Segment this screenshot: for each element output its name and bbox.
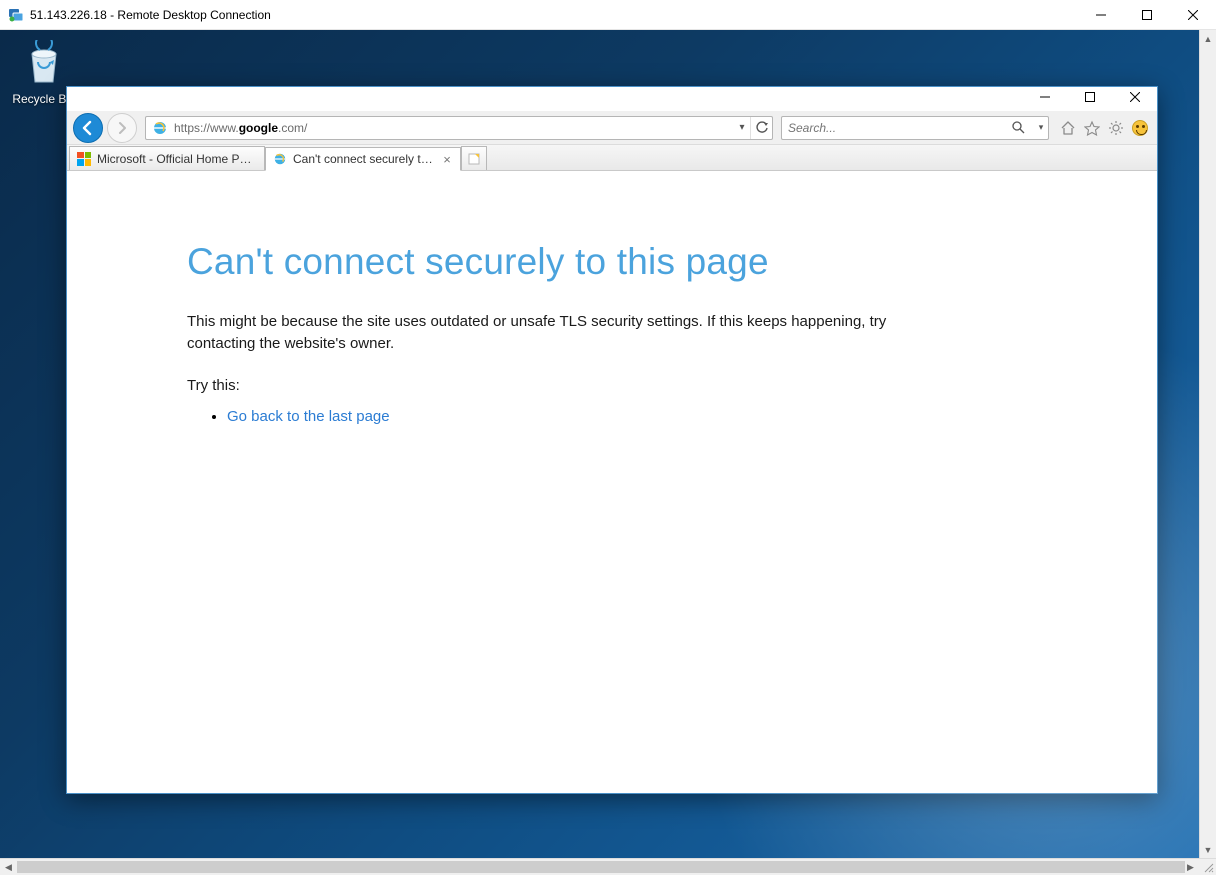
error-title: Can't connect securely to this page [187, 241, 1157, 283]
tab-error-page[interactable]: Can't connect securely to t... × [265, 147, 461, 171]
ie-tab-strip: Microsoft - Official Home Page Can't con… [67, 145, 1157, 171]
ie-maximize-button[interactable] [1067, 87, 1112, 107]
rdc-app-icon [8, 7, 24, 23]
search-input[interactable] [782, 118, 1012, 138]
go-back-link[interactable]: Go back to the last page [227, 408, 390, 425]
scroll-thumb[interactable] [17, 861, 1185, 873]
scroll-up-button[interactable]: ▲ [1200, 30, 1216, 47]
ie-window: https://www.google.com/ ▾ ▾ [66, 86, 1158, 794]
rdc-close-button[interactable] [1170, 0, 1216, 30]
ie-logo-icon [150, 118, 170, 138]
address-url[interactable]: https://www.google.com/ [174, 121, 734, 135]
tools-icon[interactable] [1107, 119, 1125, 137]
ie-titlebar[interactable] [67, 87, 1157, 111]
ie-navigation-toolbar: https://www.google.com/ ▾ ▾ [67, 111, 1157, 145]
feedback-icon[interactable] [1131, 119, 1149, 137]
error-suggestions: Go back to the last page [187, 408, 1157, 425]
tab-label: Microsoft - Official Home Page [97, 152, 258, 166]
favorites-icon[interactable] [1083, 119, 1101, 137]
address-dropdown-button[interactable]: ▾ [734, 122, 750, 133]
rdc-vertical-scrollbar[interactable]: ▲ ▼ [1199, 30, 1216, 858]
scroll-track[interactable] [17, 859, 1182, 875]
search-button[interactable] [1012, 121, 1034, 134]
rdc-horizontal-scrollbar[interactable]: ◀ ▶ [0, 858, 1216, 875]
rdc-window-title: 51.143.226.18 - Remote Desktop Connectio… [30, 8, 1078, 22]
ie-favicon-icon [272, 151, 288, 167]
rdc-titlebar: 51.143.226.18 - Remote Desktop Connectio… [0, 0, 1216, 30]
new-tab-button[interactable] [461, 146, 487, 170]
list-item: Go back to the last page [227, 408, 1157, 425]
recycle-bin-icon [20, 40, 68, 88]
error-body: This might be because the site uses outd… [187, 311, 907, 355]
search-dropdown-button[interactable]: ▾ [1034, 122, 1048, 133]
refresh-button[interactable] [750, 117, 772, 139]
scroll-down-button[interactable]: ▼ [1200, 841, 1216, 858]
tab-close-button[interactable]: × [440, 152, 454, 167]
tab-microsoft-home[interactable]: Microsoft - Official Home Page [69, 146, 265, 170]
search-bar[interactable]: ▾ [781, 116, 1049, 140]
ie-toolbar-icons [1059, 119, 1149, 137]
address-bar[interactable]: https://www.google.com/ ▾ [145, 116, 773, 140]
home-icon[interactable] [1059, 119, 1077, 137]
ie-minimize-button[interactable] [1022, 87, 1067, 107]
ie-close-button[interactable] [1112, 87, 1157, 107]
remote-desktop[interactable]: Recycle Bin https://ww [0, 30, 1199, 858]
forward-button[interactable] [107, 113, 137, 143]
rdc-minimize-button[interactable] [1078, 0, 1124, 30]
rdc-maximize-button[interactable] [1124, 0, 1170, 30]
ie-page-content: Can't connect securely to this page This… [67, 171, 1157, 793]
scroll-left-button[interactable]: ◀ [0, 859, 17, 875]
microsoft-favicon-icon [76, 151, 92, 167]
tab-label: Can't connect securely to t... [293, 152, 435, 166]
rdc-viewport: Recycle Bin https://ww [0, 30, 1216, 875]
resize-grip[interactable] [1199, 859, 1216, 875]
error-try-label: Try this: [187, 377, 1157, 394]
back-button[interactable] [73, 113, 103, 143]
